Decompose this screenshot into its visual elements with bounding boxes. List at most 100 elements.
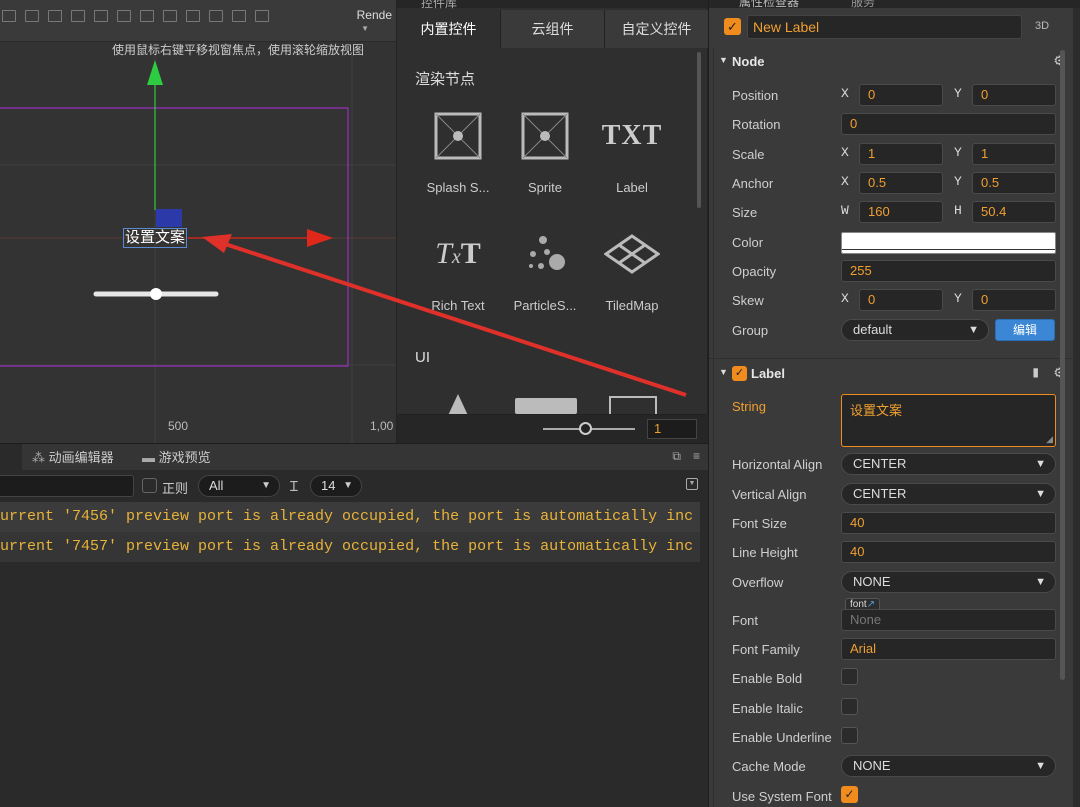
tab-builtin-controls[interactable]: 内置控件: [397, 10, 501, 48]
tab-game-preview[interactable]: ▬ 游戏预览: [142, 444, 211, 470]
opacity-input[interactable]: 255: [841, 260, 1056, 282]
menu-icon[interactable]: ≡: [693, 449, 700, 464]
tab-property-inspector[interactable]: 属性检查器: [739, 0, 799, 10]
prop-rotation: Rotation 0: [709, 110, 1073, 139]
prop-label: Enable Italic: [732, 701, 803, 716]
popout-icon[interactable]: ⧉: [672, 449, 681, 464]
tab-animation-editor[interactable]: ⁂ 动画编辑器: [32, 444, 114, 470]
anchor-x-input[interactable]: 0.5: [859, 172, 943, 194]
tab-services[interactable]: 服务: [851, 0, 875, 10]
enable-underline-checkbox[interactable]: [841, 727, 858, 744]
library-item-label: TiledMap: [605, 298, 659, 313]
anchor-y-input[interactable]: 0.5: [972, 172, 1056, 194]
select-value: NONE: [853, 758, 891, 773]
align-hcenter-icon[interactable]: [25, 10, 39, 22]
console-panel: ⁂ 动画编辑器 ▬ 游戏预览 ⧉ ≡ 正则 All ▼ Ɪ 14 ▼ ▼ urren…: [0, 443, 708, 807]
library-item-label[interactable]: TXT Label: [587, 106, 677, 195]
library-item-particle-system[interactable]: ParticleS...: [500, 224, 590, 313]
help-book-icon[interactable]: ▮: [1032, 365, 1039, 379]
tab-console[interactable]: [0, 444, 22, 470]
tab-custom-controls[interactable]: 自定义控件: [605, 10, 709, 48]
select-value: NONE: [853, 574, 891, 589]
label-section-header[interactable]: ▼ ✓ Label ▮ ⚙: [709, 360, 1073, 388]
edit-group-button[interactable]: 编辑: [995, 319, 1055, 341]
align-right-icon[interactable]: [48, 10, 62, 22]
scene-canvas[interactable]: [0, 55, 396, 443]
axis-label: Y: [954, 86, 962, 101]
size-height-input[interactable]: 50.4: [972, 201, 1056, 223]
node-section-header[interactable]: ▼ Node ⚙: [709, 48, 1073, 76]
cache-mode-select[interactable]: NONE ▼: [841, 755, 1056, 777]
scale-x-input[interactable]: 1: [859, 143, 943, 165]
font-asset-field[interactable]: None: [841, 609, 1056, 631]
section-divider: [709, 358, 1073, 359]
use-system-font-checkbox[interactable]: ✓: [841, 786, 858, 803]
toggle-3d-button[interactable]: 3D: [1035, 20, 1049, 32]
library-item-label: ParticleS...: [513, 298, 577, 313]
distribute-left-icon[interactable]: [209, 10, 223, 22]
distribute-hcenter-icon[interactable]: [232, 10, 246, 22]
skew-x-input[interactable]: 0: [859, 289, 943, 311]
line-height-input[interactable]: 40: [841, 541, 1056, 563]
distribute-top-icon[interactable]: [140, 10, 154, 22]
font-size-icon: Ɪ: [290, 478, 298, 494]
overflow-select[interactable]: NONE ▼: [841, 571, 1056, 593]
skew-y-input[interactable]: 0: [972, 289, 1056, 311]
distribute-right-icon[interactable]: [255, 10, 269, 22]
label-enabled-checkbox[interactable]: ✓: [732, 366, 747, 381]
inspector-scrollbar[interactable]: [1060, 50, 1065, 680]
library-item-sprite[interactable]: Sprite: [500, 106, 590, 195]
align-left-icon[interactable]: [2, 10, 16, 22]
chevron-down-icon[interactable]: ▼: [361, 24, 369, 33]
log-level-select[interactable]: All ▼: [198, 475, 280, 497]
regex-checkbox[interactable]: [142, 478, 157, 493]
prop-label: String: [732, 399, 766, 414]
position-x-input[interactable]: 0: [859, 84, 943, 106]
enable-bold-checkbox[interactable]: [841, 668, 858, 685]
prop-label: Line Height: [732, 545, 798, 560]
string-textarea[interactable]: 设置文案 ◢: [841, 394, 1056, 447]
align-top-icon[interactable]: [71, 10, 85, 22]
library-scrollbar[interactable]: [697, 52, 701, 208]
zoom-value-field[interactable]: 1: [647, 419, 697, 439]
node-active-checkbox[interactable]: ✓: [724, 18, 741, 35]
prop-font: Font None: [709, 606, 1073, 635]
console-search-input[interactable]: [0, 475, 134, 497]
library-item-tiled-map[interactable]: TiledMap: [587, 224, 677, 313]
vertical-align-select[interactable]: CENTER ▼: [841, 483, 1056, 505]
distribute-vcenter-icon[interactable]: [163, 10, 177, 22]
node-name-input[interactable]: New Label: [747, 15, 1022, 39]
console-filter-bar: 正则 All ▼ Ɪ 14 ▼ ▼: [0, 470, 708, 502]
align-vcenter-icon[interactable]: [94, 10, 108, 22]
button-item-partial-icon[interactable]: [515, 398, 577, 414]
ui-item-partial-icon[interactable]: [443, 392, 473, 414]
scene-navigation-hint: 使用鼠标右键平移视窗焦点，使用滚轮缩放视图: [112, 43, 365, 57]
font-size-input[interactable]: 40: [841, 512, 1056, 534]
console-font-size-select[interactable]: 14 ▼: [310, 475, 362, 497]
align-bottom-icon[interactable]: [117, 10, 131, 22]
size-width-input[interactable]: 160: [859, 201, 943, 223]
library-item-rich-text[interactable]: TxT Rich Text: [413, 224, 503, 313]
rotation-input[interactable]: 0: [841, 113, 1056, 135]
position-y-input[interactable]: 0: [972, 84, 1056, 106]
prop-label: Skew: [732, 293, 764, 308]
scene-viewport-graphics: [0, 55, 396, 443]
scene-label-node[interactable]: 设置文案: [123, 228, 188, 248]
font-family-input[interactable]: Arial: [841, 638, 1056, 660]
console-scrollbar[interactable]: [700, 502, 708, 807]
group-select[interactable]: default ▼: [841, 319, 989, 341]
layout-item-partial-icon[interactable]: [609, 396, 657, 414]
tab-cloud-components[interactable]: 云组件: [501, 10, 605, 48]
zoom-slider-knob[interactable]: [579, 422, 592, 435]
prop-label: Rotation: [732, 117, 781, 132]
prop-label: Horizontal Align: [732, 457, 823, 472]
prop-label: Group: [732, 323, 769, 338]
enable-italic-checkbox[interactable]: [841, 698, 858, 715]
collapse-icon[interactable]: ▼: [686, 478, 698, 490]
render-mode-label[interactable]: Rende: [357, 8, 392, 22]
distribute-bottom-icon[interactable]: [186, 10, 200, 22]
library-item-splash-screen[interactable]: Splash S...: [413, 106, 503, 195]
horizontal-align-select[interactable]: CENTER ▼: [841, 453, 1056, 475]
scale-y-input[interactable]: 1: [972, 143, 1056, 165]
resize-handle-icon[interactable]: ◢: [1046, 434, 1053, 445]
